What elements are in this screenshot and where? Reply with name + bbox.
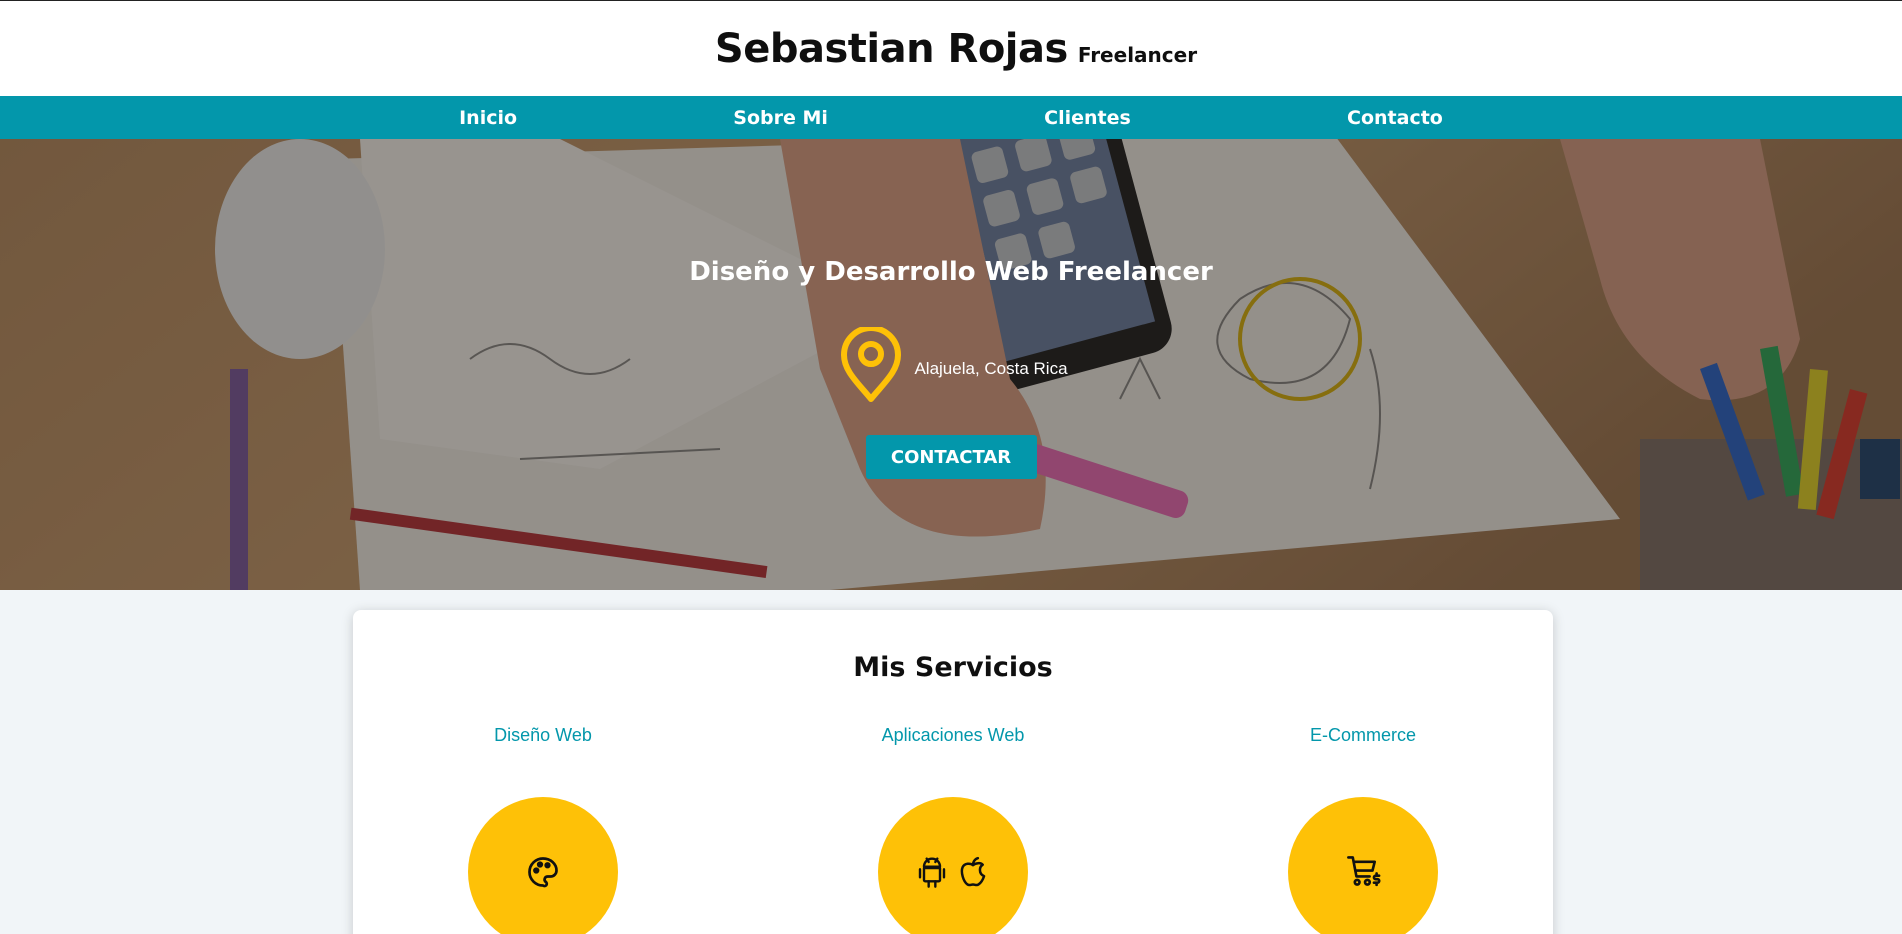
brand[interactable]: Sebastian Rojas Freelancer <box>715 26 1197 72</box>
service-name: Aplicaciones Web <box>881 725 1025 745</box>
site-title: Sebastian Rojas <box>714 25 1068 72</box>
site-header: Sebastian Rojas Freelancer <box>0 1 1902 96</box>
location-text: Alajuela, Costa Rica <box>914 359 1068 378</box>
hero-title: Diseño y Desarrollo Web Freelancer <box>689 257 1213 287</box>
hero-location: Alajuela, Costa Rica <box>838 327 1068 403</box>
hero-section: Diseño y Desarrollo Web Freelancer Alaju… <box>0 139 1902 590</box>
shopping-cart-dollar-icon <box>1347 856 1381 887</box>
service-name: E-Commerce <box>1309 725 1416 745</box>
service-icon-circle <box>878 797 1028 934</box>
nav-link-inicio[interactable]: Inicio <box>459 107 517 129</box>
service-icon-circle <box>1288 797 1438 934</box>
service-name: Diseño Web <box>494 725 592 745</box>
nav-links: Inicio Sobre Mi Clientes Contacto <box>351 107 1551 129</box>
apple-icon <box>960 856 986 887</box>
service-aplicaciones-web[interactable]: Aplicaciones Web <box>803 725 1103 934</box>
service-icon-circle <box>468 797 618 934</box>
site-tagline: Freelancer <box>1077 42 1198 67</box>
map-pin-icon <box>841 327 902 402</box>
nav-link-sobre-mi[interactable]: Sobre Mi <box>733 107 828 129</box>
hero-content: Diseño y Desarrollo Web Freelancer Alaju… <box>0 139 1902 590</box>
palette-icon <box>528 857 558 888</box>
contactar-button[interactable]: CONTACTAR <box>865 435 1037 479</box>
service-diseno-web[interactable]: Diseño Web <box>393 725 693 934</box>
services-title: Mis Servicios <box>853 652 1053 683</box>
services-card: Mis Servicios Diseño Web Aplicaciones We… <box>353 610 1553 934</box>
service-e-commerce[interactable]: E-Commerce <box>1213 725 1513 934</box>
android-icon <box>918 857 946 888</box>
main-nav: Inicio Sobre Mi Clientes Contacto <box>0 96 1902 139</box>
nav-link-contacto[interactable]: Contacto <box>1347 107 1443 129</box>
nav-link-clientes[interactable]: Clientes <box>1044 107 1131 129</box>
